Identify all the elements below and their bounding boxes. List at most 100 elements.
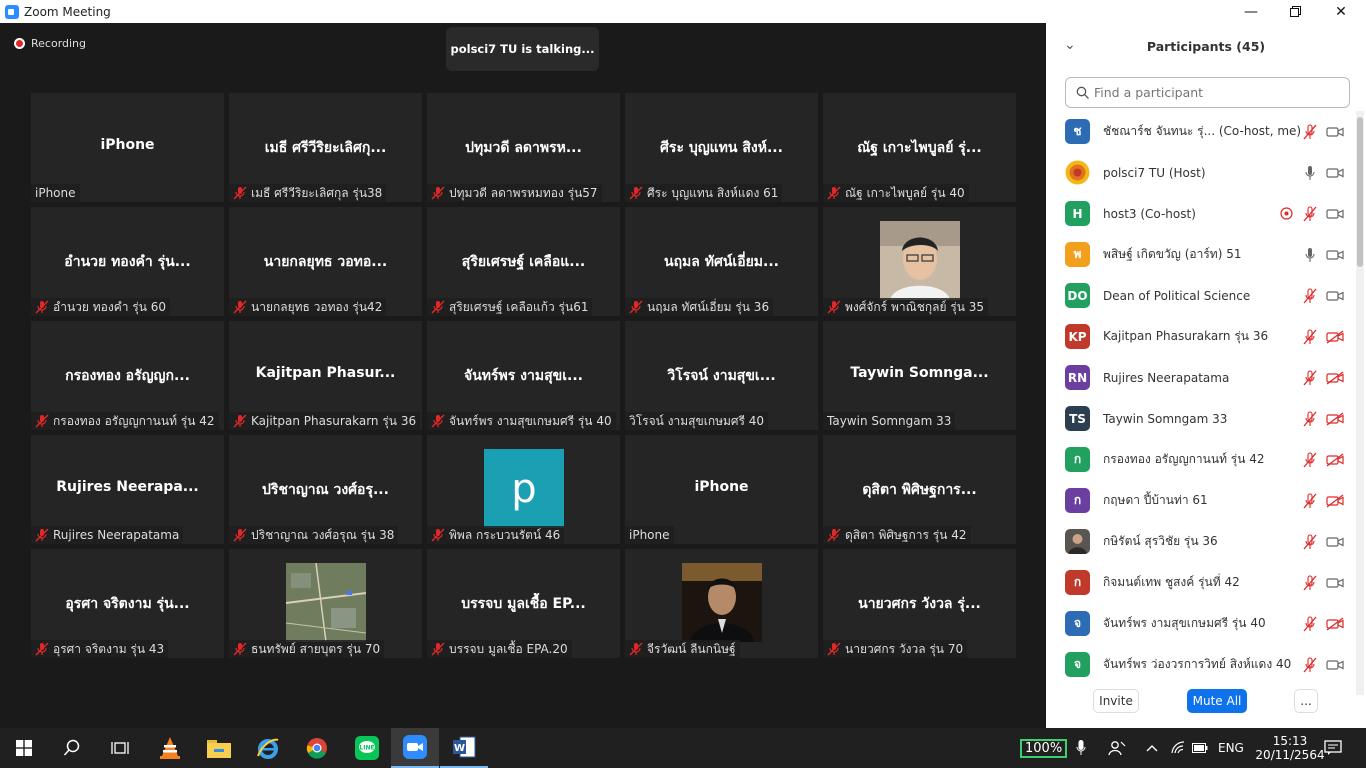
video-tile[interactable]: อุรศา จริตงาม รุ่น... อุรศา จริตงาม รุ่น … [31, 549, 224, 658]
muted-mic-icon[interactable] [1302, 615, 1318, 632]
participant-row[interactable]: จ จันทร์พร งามสุขเกษมศรี รุ่น 40 [1046, 603, 1356, 644]
video-tile[interactable]: ศีระ บุญแทน สิงห์... ศีระ บุญแทน สิงห์แดง… [625, 93, 818, 202]
video-tile[interactable]: ปทุมวดี ลดาพรห... ปทุมวดี ลดาพรหมทอง รุ่น… [427, 93, 620, 202]
minimize-button[interactable]: — [1228, 0, 1274, 23]
video-camera-icon[interactable] [1326, 248, 1344, 262]
participant-row[interactable]: จ จันทร์พร ว่องวรการวิทย์ สิงห์แดง 40 [1046, 644, 1356, 685]
clock[interactable]: 15:13 20/11/2564 [1255, 728, 1324, 768]
video-tile[interactable]: p พิพล กระบวนรัตน์ 46 [427, 435, 620, 544]
participant-search[interactable] [1065, 77, 1350, 108]
scrollbar-thumb[interactable] [1357, 117, 1363, 267]
microphone-icon[interactable] [1302, 165, 1318, 181]
video-off-icon[interactable] [1326, 616, 1344, 631]
tile-name-label: ปทุมวดี ลดาพรหมทอง รุ่น57 [449, 185, 598, 200]
video-tile[interactable]: จีรวัฒน์ ลีนกนิษฐ์ [625, 549, 818, 658]
chevron-down-icon[interactable]: ⌄ [1064, 37, 1076, 53]
vlc-taskbar-button[interactable] [146, 728, 194, 768]
muted-mic-icon[interactable] [1302, 123, 1318, 140]
video-tile[interactable]: สุริยเศรษฐ์ เคลือแ... สุริยเศรษฐ์ เคลือแก… [427, 207, 620, 316]
internet-explorer-taskbar-button[interactable] [244, 728, 292, 768]
notifications-tray-icon[interactable] [1324, 728, 1342, 768]
video-tile[interactable]: อำนวย ทองคำ รุ่น... อำนวย ทองคำ รุ่น 60 [31, 207, 224, 316]
participant-row[interactable]: ก กฤษดา ปี้บ้านท่า 61 [1046, 480, 1356, 521]
start-button[interactable] [0, 728, 48, 768]
video-tile[interactable]: ปริชาญาณ วงศ์อรุ... ปริชาญาณ วงศ์อรุณ รุ่… [229, 435, 422, 544]
video-off-icon[interactable] [1326, 329, 1344, 344]
microphone-icon[interactable] [1302, 247, 1318, 263]
video-tile[interactable]: Taywin Somnga... Taywin Somngam 33 [823, 321, 1016, 430]
participant-list-scrollbar[interactable] [1356, 111, 1364, 695]
video-tile[interactable]: นายวศกร วังวล รุ่... นายวศกร วังวล รุ่น 7… [823, 549, 1016, 658]
video-tile[interactable]: iPhone iPhone [31, 93, 224, 202]
line-taskbar-button[interactable]: LINE [343, 728, 391, 768]
video-camera-icon[interactable] [1326, 535, 1344, 549]
network-tray-icon[interactable] [1170, 728, 1186, 768]
video-tile[interactable]: นฤมล ทัศน์เอี่ยม... นฤมล ทัศน์เอี่ยม รุ่น… [625, 207, 818, 316]
participant-row[interactable]: พ พสิษฐ์ เกิดขวัญ (อาร์ท) 51 [1046, 234, 1356, 275]
muted-mic-icon[interactable] [1302, 205, 1318, 222]
muted-mic-icon[interactable] [1302, 656, 1318, 673]
video-camera-icon[interactable] [1326, 166, 1344, 180]
file-explorer-taskbar-button[interactable] [195, 728, 243, 768]
word-taskbar-button[interactable]: W [440, 728, 488, 768]
video-tile[interactable]: กรองทอง อรัญญก... กรองทอง อรัญญกานนท์ รุ่… [31, 321, 224, 430]
video-off-icon[interactable] [1326, 493, 1344, 508]
video-off-icon[interactable] [1326, 452, 1344, 467]
zoom-taskbar-button[interactable] [391, 728, 439, 768]
muted-mic-icon[interactable] [1302, 410, 1318, 427]
muted-mic-icon[interactable] [1302, 369, 1318, 386]
more-options-button[interactable]: ... [1294, 689, 1318, 713]
video-tile[interactable]: ธนทรัพย์ สายบุตร รุ่น 70 [229, 549, 422, 658]
battery-tray-icon[interactable] [1192, 728, 1208, 768]
muted-mic-icon[interactable] [1302, 451, 1318, 468]
video-tile[interactable]: นายกลยุทธ วอทอ... นายกลยุทธ วอทอง รุ่น42 [229, 207, 422, 316]
video-camera-icon[interactable] [1326, 289, 1344, 303]
mute-all-button[interactable]: Mute All [1187, 689, 1247, 713]
video-camera-icon[interactable] [1326, 125, 1344, 139]
chrome-taskbar-button[interactable] [293, 728, 341, 768]
people-tray-icon[interactable] [1108, 728, 1126, 768]
muted-mic-icon[interactable] [1302, 287, 1318, 304]
search-taskbar-button[interactable] [48, 728, 96, 768]
video-camera-icon[interactable] [1326, 207, 1344, 221]
video-off-icon[interactable] [1326, 370, 1344, 385]
zoom-level-indicator[interactable]: 100% [1020, 728, 1068, 768]
language-indicator[interactable]: ENG [1218, 728, 1244, 768]
muted-mic-icon[interactable] [1302, 533, 1318, 550]
video-camera-icon[interactable] [1326, 576, 1344, 590]
participant-row[interactable]: Hhost3 (Co-host) [1046, 193, 1356, 234]
video-tile[interactable]: Kajitpan Phasur... Kajitpan Phasurakarn ร… [229, 321, 422, 430]
maximize-button[interactable] [1272, 0, 1318, 23]
participant-row[interactable]: ก กรองทอง อรัญญกานนท์ รุ่น 42 [1046, 439, 1356, 480]
participant-row[interactable]: กษิรัตน์ สุรวิชัย รุ่น 36 [1046, 521, 1356, 562]
video-tile[interactable]: ณัฐ เกาะไพบูลย์ รุ่... ณัฐ เกาะไพบูลย์ รุ… [823, 93, 1016, 202]
microphone-tray-icon[interactable] [1076, 728, 1086, 768]
participant-row[interactable]: KP Kajitpan Phasurakarn รุ่น 36 [1046, 316, 1356, 357]
video-tile[interactable]: พงศ์จักร์ พาณิชกุลย์ รุ่น 35 [823, 207, 1016, 316]
close-button[interactable]: ✕ [1318, 0, 1364, 23]
search-input[interactable] [1094, 85, 1334, 100]
invite-button[interactable]: Invite [1093, 689, 1139, 713]
video-tile[interactable]: บรรจบ มูลเชื้อ EP... บรรจบ มูลเชื้อ EPA.2… [427, 549, 620, 658]
participant-row[interactable]: RN Rujires Neerapatama [1046, 357, 1356, 398]
muted-mic-icon[interactable] [1302, 328, 1318, 345]
video-tile[interactable]: วิโรจน์ งามสุขเ... วิโรจน์ งามสุขเกษมศรี … [625, 321, 818, 430]
video-tile[interactable]: จันทร์พร งามสุขเ... จันทร์พร งามสุขเกษมศร… [427, 321, 620, 430]
task-view-button[interactable] [96, 728, 144, 768]
tile-name-label: iPhone [35, 186, 76, 200]
chevron-up-tray-icon[interactable] [1146, 728, 1158, 768]
participant-row[interactable]: polsci7 TU (Host) [1046, 152, 1356, 193]
muted-mic-icon[interactable] [1302, 574, 1318, 591]
participant-row[interactable]: ก กิจมนต์เทพ ชูสงค์ รุ่นที่ 42 [1046, 562, 1356, 603]
video-tile[interactable]: ดุสิตา พิศิษฐการ... ดุสิตา พิศิษฐการ รุ่น… [823, 435, 1016, 544]
video-off-icon[interactable] [1326, 411, 1344, 426]
video-tile[interactable]: Rujires Neerapa... Rujires Neerapatama [31, 435, 224, 544]
muted-mic-icon[interactable] [1302, 492, 1318, 509]
participant-row[interactable]: TS Taywin Somngam 33 [1046, 398, 1356, 439]
video-camera-icon[interactable] [1326, 658, 1344, 672]
participant-row[interactable]: ช ชัชณาร์ช จันทนะ รุ่... (Co-host, me) [1046, 111, 1356, 152]
recording-indicator[interactable]: Recording [14, 37, 86, 50]
video-tile[interactable]: iPhone iPhone [625, 435, 818, 544]
video-tile[interactable]: เมธี ศรีวีริยะเลิศกุ... เมธี ศรีวีริยะเลิ… [229, 93, 422, 202]
participant-row[interactable]: DO Dean of Political Science [1046, 275, 1356, 316]
